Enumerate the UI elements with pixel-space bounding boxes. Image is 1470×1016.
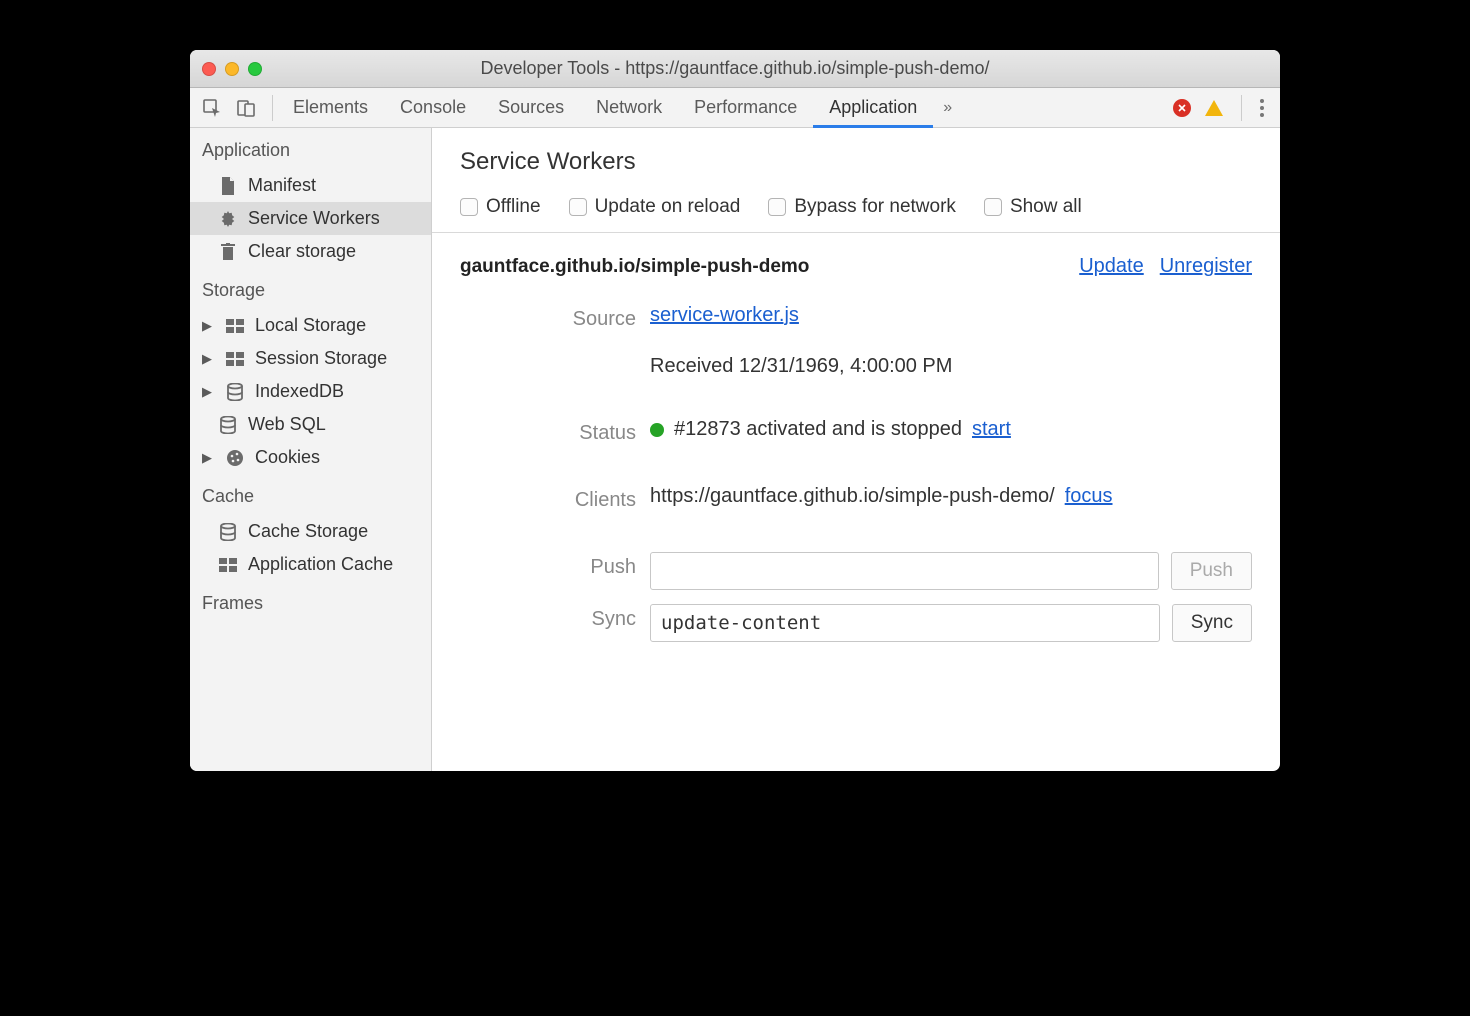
divider [1241,95,1242,121]
tab-network[interactable]: Network [580,88,678,128]
sidebar-item-cache-storage[interactable]: Cache Storage [190,515,431,548]
tab-performance[interactable]: Performance [678,88,813,128]
sidebar-section-frames: Frames [190,581,431,622]
warning-badge-icon[interactable] [1205,100,1223,116]
bypass-for-network-checkbox[interactable]: Bypass for network [768,196,956,218]
sidebar-item-indexeddb[interactable]: ▶ IndexedDB [190,375,431,408]
sidebar-item-clear-storage[interactable]: Clear storage [190,235,431,268]
cookie-icon [225,448,245,468]
push-label: Push [460,552,650,579]
error-badge-icon[interactable] [1173,99,1191,117]
gear-icon [218,209,238,229]
sidebar-section-application: Application [190,128,431,169]
tabs-overflow-button[interactable]: » [933,88,959,128]
sync-input[interactable] [650,604,1160,642]
inspect-element-icon[interactable] [202,98,222,118]
sidebar-section-storage: Storage [190,268,431,309]
expand-arrow-icon[interactable]: ▶ [202,384,212,400]
tab-sources[interactable]: Sources [482,88,580,128]
show-all-checkbox[interactable]: Show all [984,196,1082,218]
trash-icon [218,242,238,262]
sync-label: Sync [460,604,650,631]
sw-origin: gauntface.github.io/simple-push-demo [460,256,809,278]
devtools-tabstrip: Elements Console Sources Network Perform… [190,88,1280,128]
application-sidebar: Application Manifest Service Workers Cle… [190,128,432,771]
settings-menu-icon[interactable] [1260,99,1264,117]
offline-checkbox[interactable]: Offline [460,196,541,218]
sidebar-item-label: Web SQL [248,414,326,435]
sidebar-item-label: Session Storage [255,348,387,369]
sidebar-item-label: Cache Storage [248,521,368,542]
expand-arrow-icon[interactable]: ▶ [202,318,212,334]
source-label: Source [460,304,650,331]
status-dot-icon [650,423,664,437]
toggle-device-toolbar-icon[interactable] [236,98,256,118]
sidebar-item-label: Cookies [255,447,320,468]
file-icon [218,176,238,196]
expand-arrow-icon[interactable]: ▶ [202,450,212,466]
tab-application[interactable]: Application [813,88,933,128]
update-link[interactable]: Update [1079,255,1144,278]
push-button[interactable]: Push [1171,552,1252,590]
options-row: Offline Update on reload Bypass for netw… [432,188,1280,233]
source-link[interactable]: service-worker.js [650,304,799,327]
sidebar-item-application-cache[interactable]: Application Cache [190,548,431,581]
status-text: #12873 activated and is stopped [674,418,962,441]
window-title: Developer Tools - https://gauntface.gith… [190,58,1280,79]
service-workers-panel: Service Workers Offline Update on reload… [432,128,1280,771]
devtools-window: Developer Tools - https://gauntface.gith… [190,50,1280,771]
sidebar-item-label: Application Cache [248,554,393,575]
sidebar-item-label: Service Workers [248,208,380,229]
titlebar: Developer Tools - https://gauntface.gith… [190,50,1280,88]
sidebar-item-manifest[interactable]: Manifest [190,169,431,202]
sidebar-item-local-storage[interactable]: ▶ Local Storage [190,309,431,342]
grid-icon [218,555,238,575]
tab-console[interactable]: Console [384,88,482,128]
push-input[interactable] [650,552,1159,590]
sidebar-item-service-workers[interactable]: Service Workers [190,202,431,235]
expand-arrow-icon[interactable]: ▶ [202,351,212,367]
sidebar-item-label: Local Storage [255,315,366,336]
grid-icon [225,316,245,336]
panel-title: Service Workers [460,148,1252,176]
sidebar-item-cookies[interactable]: ▶ Cookies [190,441,431,474]
sidebar-item-label: Manifest [248,175,316,196]
received-text: Received 12/31/1969, 4:00:00 PM [650,355,952,378]
start-link[interactable]: start [972,418,1011,441]
sidebar-item-label: IndexedDB [255,381,344,402]
tab-elements[interactable]: Elements [277,88,384,128]
update-on-reload-checkbox[interactable]: Update on reload [569,196,741,218]
sync-button[interactable]: Sync [1172,604,1252,642]
clients-label: Clients [460,485,650,512]
sidebar-item-web-sql[interactable]: Web SQL [190,408,431,441]
unregister-link[interactable]: Unregister [1160,255,1252,278]
database-icon [218,415,238,435]
sidebar-item-session-storage[interactable]: ▶ Session Storage [190,342,431,375]
focus-link[interactable]: focus [1065,485,1113,508]
sidebar-section-cache: Cache [190,474,431,515]
database-icon [218,522,238,542]
divider [272,95,273,121]
sidebar-item-label: Clear storage [248,241,356,262]
grid-icon [225,349,245,369]
database-icon [225,382,245,402]
status-label: Status [460,418,650,445]
client-url: https://gauntface.github.io/simple-push-… [650,485,1055,508]
